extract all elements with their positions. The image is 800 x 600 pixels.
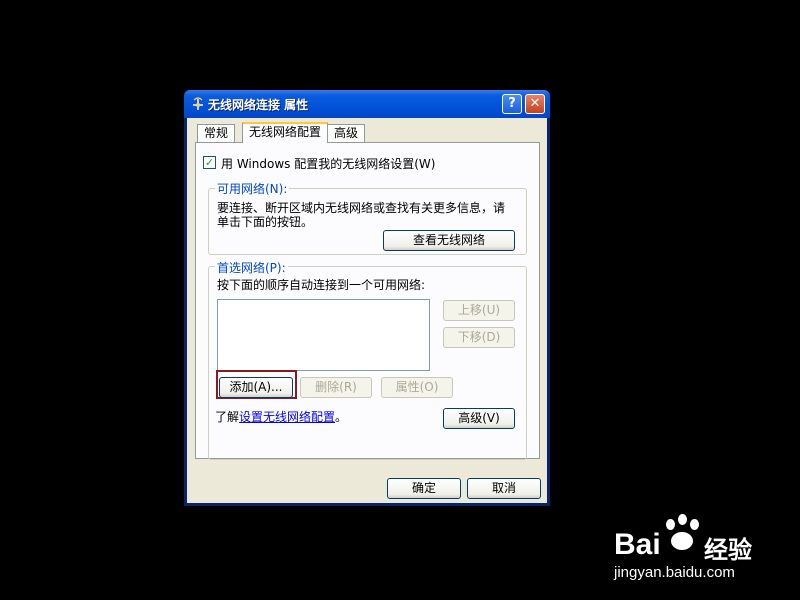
setup-wireless-config-link[interactable]: 设置无线网络配置 [239,410,335,424]
title-bar[interactable]: 无线网络连接 属性 ? ✕ [184,90,550,118]
preferred-networks-description: 按下面的顺序自动连接到一个可用网络: [217,278,426,292]
watermark-jingyan: 经验 [704,536,752,564]
advanced-button[interactable]: 高级(V) [443,408,515,429]
available-networks-description-2: 单击下面的按钮。 [217,215,314,229]
network-connection-icon [193,97,203,110]
use-windows-checkbox[interactable]: ✓ [203,156,216,169]
preferred-networks-list[interactable] [217,299,430,371]
cancel-button[interactable]: 取消 [467,478,541,499]
remove-button[interactable]: 删除(R) [300,377,372,398]
dialog-client-area: 常规 无线网络配置 高级 ✓ 用 Windows 配置我的无线网络设置(W) 可… [187,118,547,503]
ok-button[interactable]: 确定 [387,478,461,499]
learn-suffix: 。 [335,410,348,424]
add-button[interactable]: 添加(A)... [219,377,293,398]
tab-wireless-networks[interactable]: 无线网络配置 [242,122,329,143]
close-button[interactable]: ✕ [525,94,545,114]
view-wireless-networks-button[interactable]: 查看无线网络 [383,230,515,251]
tab-general[interactable]: 常规 [197,124,236,142]
move-up-button[interactable]: 上移(U) [443,300,515,321]
properties-button[interactable]: 属性(O) [381,377,453,398]
use-windows-checkbox-label: 用 Windows 配置我的无线网络设置(W) [221,157,436,171]
properties-dialog: 无线网络连接 属性 ? ✕ 常规 无线网络配置 高级 ✓ 用 Windows 配… [184,90,550,506]
tab-advanced[interactable]: 高级 [327,124,366,142]
available-networks-legend: 可用网络(N): [215,180,290,197]
watermark-brand: Bai [614,528,661,561]
help-button[interactable]: ? [502,94,522,114]
watermark-url: jingyan.baidu.com [614,564,735,581]
window-title: 无线网络连接 属性 [208,98,309,112]
preferred-networks-legend: 首选网络(P): [215,259,288,276]
move-down-button[interactable]: 下移(D) [443,327,515,348]
learn-more-text: 了解设置无线网络配置。 [215,408,347,425]
learn-prefix: 了解 [215,410,240,424]
